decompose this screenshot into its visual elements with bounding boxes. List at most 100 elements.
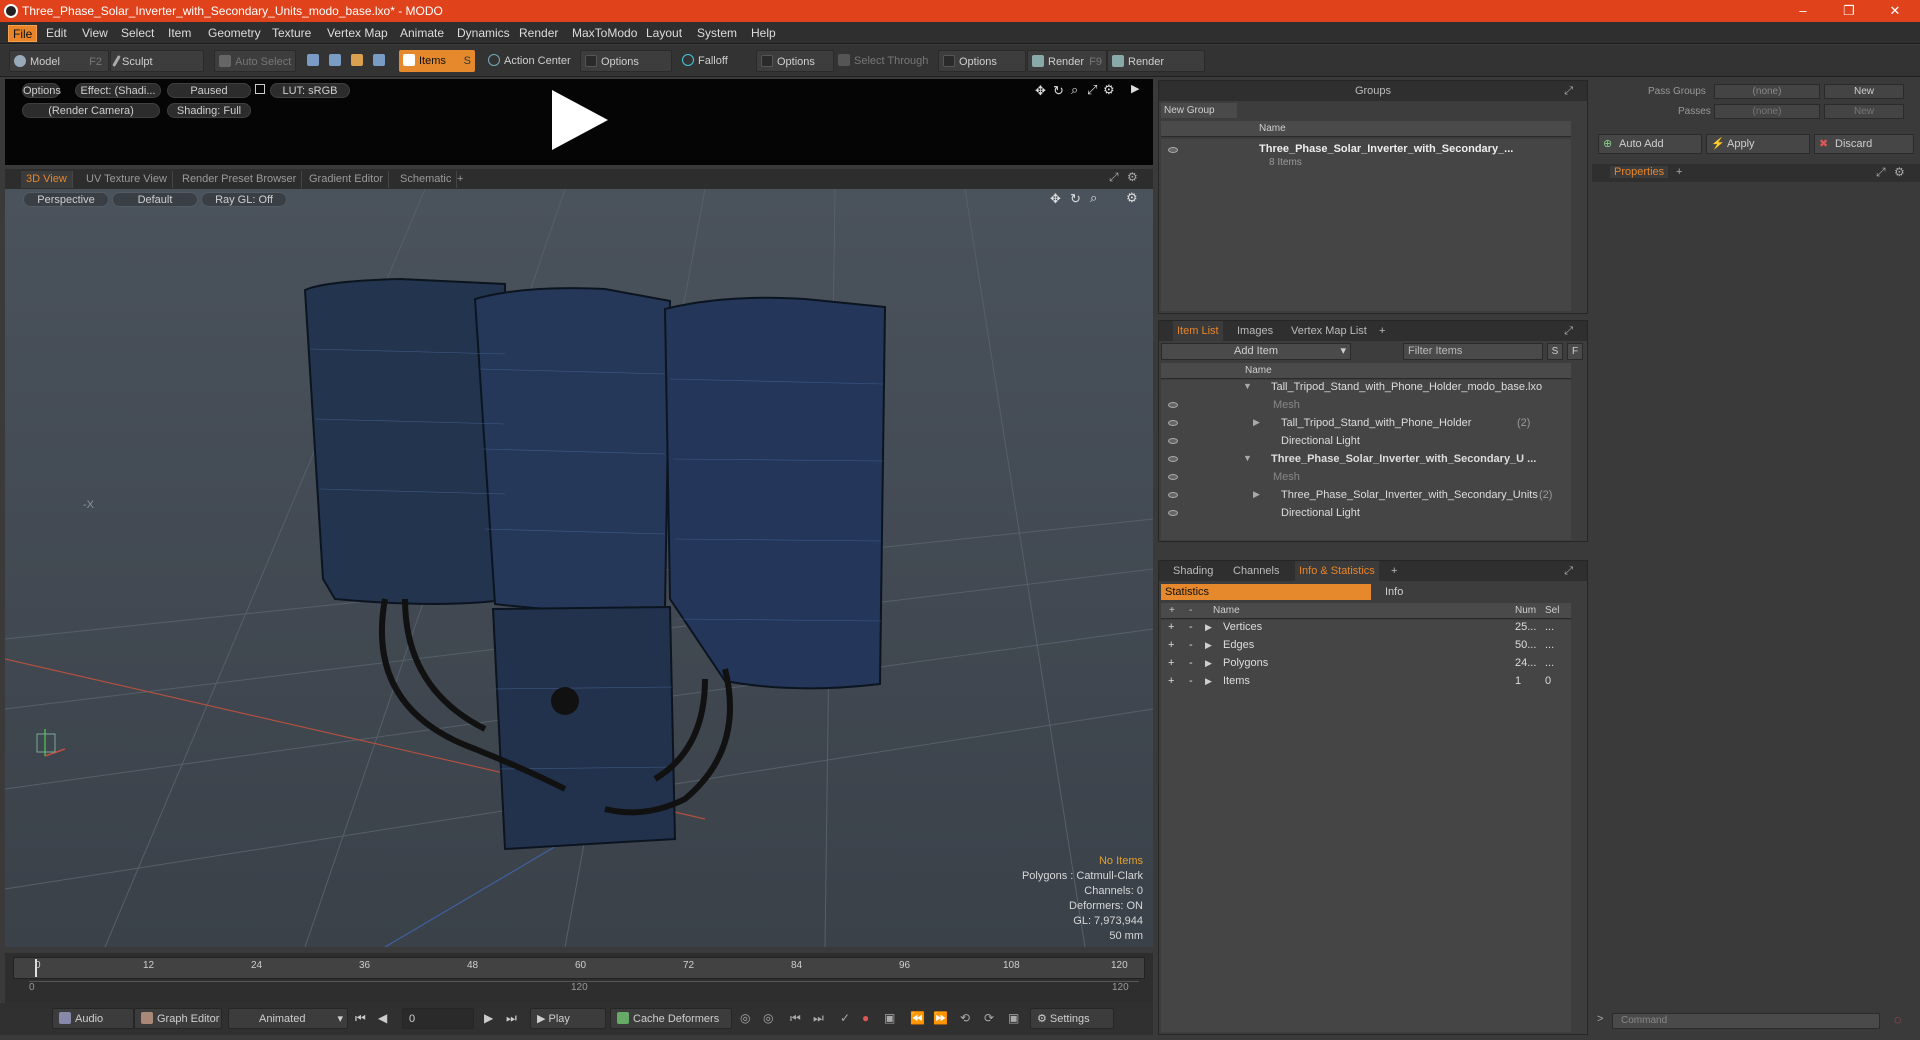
remove-all-icon[interactable]: - xyxy=(1189,603,1192,619)
menu-select[interactable]: Select xyxy=(117,25,158,42)
animated-dropdown[interactable]: Animated ▾ xyxy=(228,1008,348,1029)
loop-icon[interactable]: ⟲ xyxy=(960,1011,970,1025)
table-row[interactable]: + - ▶ Polygons 24...... xyxy=(1161,656,1571,672)
preview-paused-button[interactable]: Paused xyxy=(167,83,251,98)
remove-icon[interactable]: - xyxy=(1189,675,1193,687)
render-window-button[interactable]: Render Window xyxy=(1107,50,1205,90)
preview-effect-dropdown[interactable]: Effect: (Shadi... xyxy=(75,83,161,98)
preview-options-button[interactable]: Options xyxy=(22,83,61,98)
model-mode-button[interactable]: Model F2 xyxy=(9,50,109,72)
expand-arrow-icon[interactable]: ▼ xyxy=(1243,381,1252,391)
item-list[interactable]: ▼ Tall_Tripod_Stand_with_Phone_Holder_mod… xyxy=(1161,380,1571,540)
menu-item[interactable]: Item xyxy=(164,25,195,42)
eye-icon[interactable] xyxy=(1168,438,1178,444)
list-item[interactable]: ▶ Tall_Tripod_Stand_with_Phone_Holder (2) xyxy=(1161,416,1571,431)
tab-schematic[interactable]: Schematic xyxy=(395,171,458,188)
expand-icon[interactable]: ⤢ xyxy=(1564,561,1573,581)
step-forward-icon[interactable]: ⏩ xyxy=(933,1011,948,1025)
zoom-icon[interactable]: ⌕ xyxy=(1090,190,1097,206)
sculpt-mode-button[interactable]: Sculpt xyxy=(110,50,204,72)
add-tab-button[interactable]: + xyxy=(1676,166,1682,178)
table-row[interactable]: + - ▶ Items 1 0 xyxy=(1161,674,1571,690)
expand-arrow-icon[interactable]: ▶ xyxy=(1205,676,1212,687)
edges-mode-icon[interactable] xyxy=(325,50,345,72)
add-item-dropdown[interactable]: Add Item ▾ xyxy=(1161,343,1351,360)
minimize-button[interactable]: – xyxy=(1780,0,1826,22)
eye-icon[interactable] xyxy=(1168,147,1178,153)
menu-system[interactable]: System xyxy=(693,25,741,42)
sync-icon[interactable]: ⟳ xyxy=(984,1011,994,1025)
filter-items-input[interactable]: Filter Items xyxy=(1403,343,1543,360)
tab-images[interactable]: Images xyxy=(1237,321,1273,341)
tab-properties[interactable]: Properties xyxy=(1610,166,1669,178)
list-item[interactable]: Mesh xyxy=(1161,398,1571,413)
filter-icon[interactable]: ▣ xyxy=(1008,1011,1019,1025)
list-item[interactable]: ▼ Three_Phase_Solar_Inverter_with_Seconda… xyxy=(1161,452,1571,467)
menu-view[interactable]: View xyxy=(78,25,112,42)
default-dropdown[interactable]: Default xyxy=(112,192,198,207)
last-frame-icon[interactable]: ⏭ xyxy=(506,1011,517,1026)
polygons-mode-icon[interactable] xyxy=(347,50,367,72)
list-item[interactable]: Directional Light xyxy=(1161,506,1571,521)
cache-deformers-button[interactable]: Cache Deformers xyxy=(610,1008,732,1029)
tab-shading[interactable]: Shading xyxy=(1173,561,1213,581)
remove-icon[interactable]: - xyxy=(1189,639,1193,651)
prev-frame-icon[interactable]: ◀ xyxy=(378,1011,387,1025)
command-input[interactable]: Command xyxy=(1612,1013,1880,1029)
command-history-icon[interactable]: ◌ xyxy=(1894,1012,1902,1027)
apply-button[interactable]: ⚡ Apply xyxy=(1706,134,1810,154)
tab-render-preset-browser[interactable]: Render Preset Browser xyxy=(177,171,303,188)
falloff-button[interactable]: Falloff xyxy=(678,50,748,72)
pass-groups-dropdown[interactable]: (none) xyxy=(1714,84,1820,99)
lock-icon[interactable] xyxy=(255,84,265,94)
menu-file[interactable]: File xyxy=(8,25,38,42)
select-through-button[interactable]: Select Through xyxy=(834,50,934,72)
add-icon[interactable]: + xyxy=(1168,657,1174,669)
expand-icon[interactable]: ⤢ xyxy=(1109,170,1119,185)
new-pass-button[interactable]: New xyxy=(1824,104,1904,119)
remove-icon[interactable]: - xyxy=(1189,657,1193,669)
eye-icon[interactable] xyxy=(1168,474,1178,480)
expand-arrow-icon[interactable]: ▶ xyxy=(1205,622,1212,633)
action-center-button[interactable]: Action Center xyxy=(484,50,574,72)
gear-icon[interactable]: ⚙ xyxy=(1894,165,1905,179)
render-button[interactable]: Render F9 xyxy=(1027,50,1107,72)
menu-dynamics[interactable]: Dynamics xyxy=(453,25,514,42)
table-row[interactable]: + - ▶ Vertices 25...... xyxy=(1161,620,1571,636)
add-tab-button[interactable]: + xyxy=(1379,321,1385,341)
eye-icon[interactable] xyxy=(1168,456,1178,462)
next-key-icon[interactable]: ⏭ xyxy=(813,1011,824,1026)
falloff-options[interactable]: Options xyxy=(756,50,834,72)
tab-uv-texture-view[interactable]: UV Texture View xyxy=(81,171,173,188)
add-icon[interactable]: + xyxy=(1168,621,1174,633)
tab-channels[interactable]: Channels xyxy=(1233,561,1279,581)
add-all-icon[interactable]: + xyxy=(1169,603,1175,619)
groups-list[interactable]: Three_Phase_Solar_Inverter_with_Secondar… xyxy=(1161,139,1571,311)
add-icon[interactable]: + xyxy=(1168,639,1174,651)
vertices-mode-icon[interactable] xyxy=(303,50,323,72)
raygl-dropdown[interactable]: Ray GL: Off xyxy=(201,192,287,207)
settings-button[interactable]: ⚙ Settings xyxy=(1030,1008,1114,1029)
camera-dropdown[interactable]: (Render Camera) xyxy=(22,103,160,118)
list-item[interactable]: ▶ Three_Phase_Solar_Inverter_with_Seconda… xyxy=(1161,488,1571,503)
expand-icon[interactable]: ⤢ xyxy=(1564,81,1573,101)
tab-info-statistics[interactable]: Info & Statistics xyxy=(1295,561,1379,581)
info-tab[interactable]: Info xyxy=(1371,584,1571,600)
tab-vertex-map-list[interactable]: Vertex Map List xyxy=(1291,321,1367,341)
menu-render[interactable]: Render xyxy=(515,25,562,42)
list-item[interactable]: Mesh xyxy=(1161,470,1571,485)
timeline[interactable]: 0 12 24 36 48 60 72 84 96 108 120 0 120 … xyxy=(5,953,1153,1003)
remove-icon[interactable]: - xyxy=(1189,621,1193,633)
zoom-icon[interactable]: ⌕ xyxy=(1071,82,1078,98)
discard-button[interactable]: ✖ Discard xyxy=(1814,134,1914,154)
expand-arrow-icon[interactable]: ▶ xyxy=(1205,658,1212,669)
key-filter-icon[interactable]: ▣ xyxy=(884,1011,895,1025)
passes-dropdown[interactable]: (none) xyxy=(1714,104,1820,119)
table-row[interactable]: + - ▶ Edges 50...... xyxy=(1161,638,1571,654)
new-group-button[interactable]: New Group xyxy=(1161,103,1237,118)
menu-edit[interactable]: Edit xyxy=(42,25,71,42)
expand-icon[interactable]: ⤢ xyxy=(1876,165,1886,180)
record-icon[interactable]: ● xyxy=(862,1011,869,1025)
arrow-right-icon[interactable]: ▶ xyxy=(1131,82,1139,95)
add-tab-button[interactable]: + xyxy=(1391,561,1397,581)
